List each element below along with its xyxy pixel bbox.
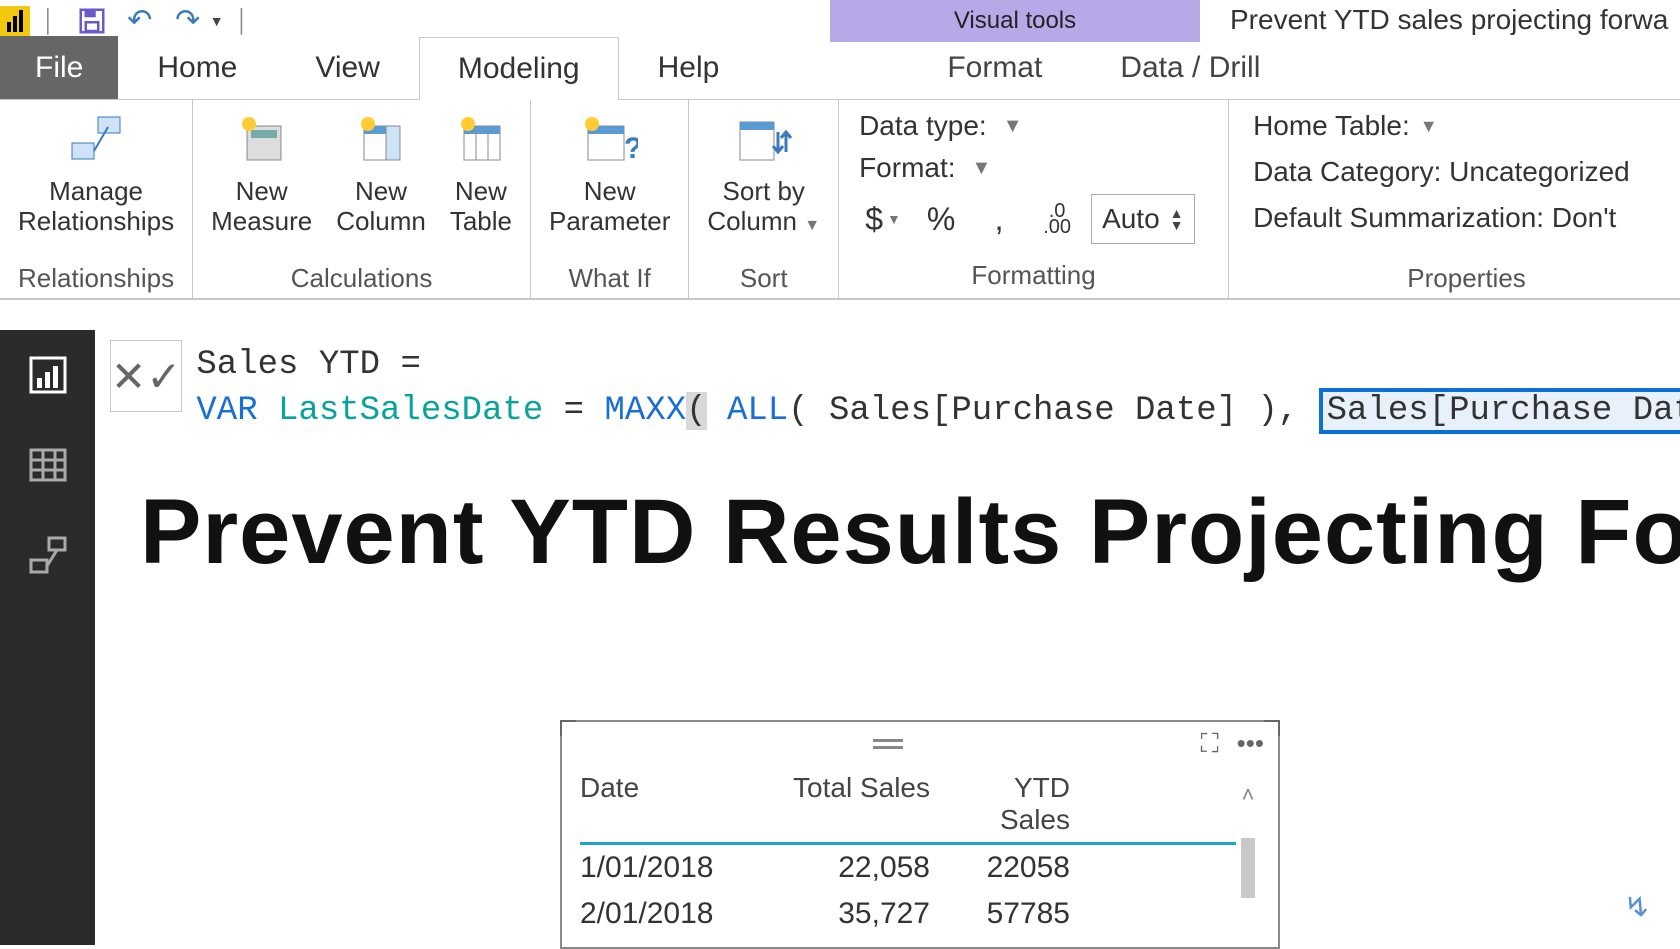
qat-customize-dropdown[interactable]: ▼ [210,13,224,29]
thousands-button[interactable]: , [975,195,1023,243]
table-row: 1/01/2018 22,058 22058 [580,845,1236,891]
manage-relationships-button[interactable]: Manage Relationships [10,104,182,242]
new-parameter-button[interactable]: ? New Parameter [541,104,678,242]
tab-modeling[interactable]: Modeling [419,37,619,100]
svg-text:?: ? [624,132,638,164]
currency-button[interactable]: $▼ [859,195,907,243]
tab-file[interactable]: File [0,36,118,99]
tab-help[interactable]: Help [619,36,759,99]
new-measure-button[interactable]: New Measure [203,104,320,242]
more-options-icon[interactable]: ••• [1237,728,1264,760]
tab-data-drill[interactable]: Data / Drill [1081,36,1299,99]
data-view-button[interactable] [23,440,73,490]
tab-format[interactable]: Format [908,36,1081,99]
home-table-dropdown[interactable]: Home Table:▼ [1253,110,1438,142]
scrollbar[interactable]: ˄ [1236,772,1260,937]
new-column-button[interactable]: New Column [328,104,434,242]
group-whatif: What If [569,257,651,298]
group-properties: Properties [1407,257,1526,298]
report-view-button[interactable] [23,350,73,400]
col-header-ytd-sales[interactable]: YTD Sales [930,772,1070,836]
redo-button[interactable]: ↷ [168,1,208,41]
group-formatting: Formatting [971,254,1095,295]
group-calculations: Calculations [291,257,433,298]
new-table-button[interactable]: New Table [442,104,520,242]
data-type-dropdown[interactable]: Data type:▼ [859,110,1022,142]
parameter-icon: ? [581,110,639,168]
format-dropdown[interactable]: Format:▼ [859,152,991,184]
scroll-thumb[interactable] [1241,838,1255,898]
default-summarization-dropdown[interactable]: Default Summarization: Don't [1253,202,1616,234]
sort-by-column-button[interactable]: Sort by Column ▼ [699,104,828,247]
formula-editor[interactable]: Sales YTD = VAR LastSalesDate = MAXX( AL… [182,340,1680,436]
scroll-up-icon[interactable]: ˄ [1242,782,1255,808]
group-relationships: Relationships [18,257,174,298]
qat-separator-2: │ [236,8,250,34]
sort-icon [735,110,793,168]
window-title: Prevent YTD sales projecting forwa [1230,4,1668,36]
relationships-icon [67,110,125,168]
visual-drag-handle[interactable] [868,739,908,749]
measure-icon [233,110,291,168]
table-icon [452,110,510,168]
model-view-button[interactable] [23,530,73,580]
table-row: 2/01/2018 35,727 57785 [580,891,1236,937]
page-title: Prevent YTD Results Projecting Forw [140,480,1650,585]
formula-cancel-button[interactable]: ✕ [111,352,146,401]
formula-commit-button[interactable]: ✓ [146,352,181,401]
qat-separator: │ [42,8,56,34]
tab-home[interactable]: Home [118,36,276,99]
data-category-dropdown[interactable]: Data Category: Uncategorized [1253,156,1630,188]
column-icon [352,110,410,168]
table-visual[interactable]: ⛶ ••• Date Total Sales YTD Sales 1/01/20… [560,720,1280,949]
decimal-places-stepper[interactable]: Auto▲▼ [1091,194,1194,244]
save-button[interactable] [72,1,112,41]
col-header-date[interactable]: Date [580,772,770,836]
app-logo [0,6,30,36]
decimals-icon: .0.00 [1033,195,1081,243]
col-header-total-sales[interactable]: Total Sales [770,772,930,836]
tab-view[interactable]: View [276,36,418,99]
focus-mode-icon[interactable]: ⛶ [1200,728,1218,760]
group-sort: Sort [740,257,788,298]
percent-button[interactable]: % [917,195,965,243]
undo-button[interactable]: ↶ [120,1,160,41]
